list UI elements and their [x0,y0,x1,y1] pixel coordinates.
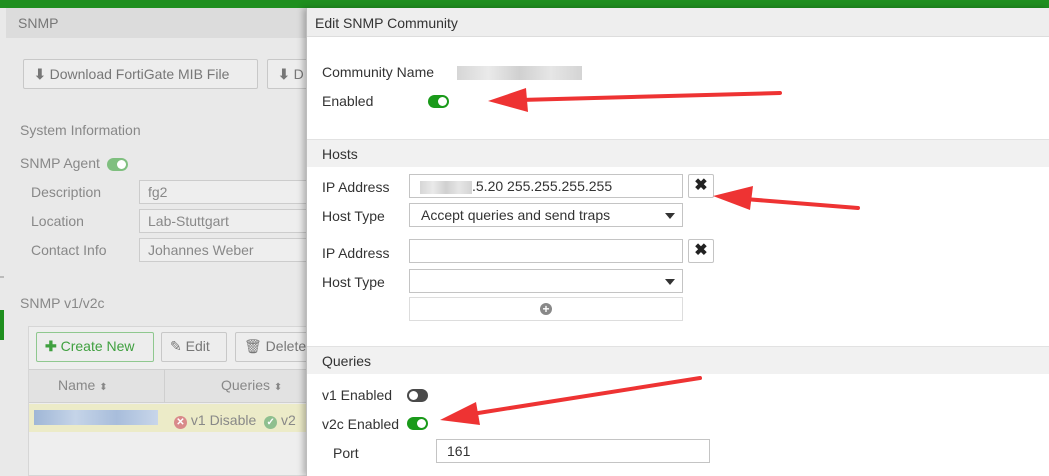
create-new-button[interactable]: ✚ Create New [36,332,154,362]
redacted-ip-prefix [420,180,472,194]
v2-status: v2 [281,412,296,428]
pencil-icon: ✎ [170,338,182,354]
community-name-label: Community Name [322,64,435,80]
chevron-down-icon [665,213,675,219]
column-divider [164,369,165,403]
x-circle-icon: ✕ [174,416,187,429]
snmp-agent-row: SNMP Agent [20,155,128,171]
host1-type-select[interactable]: Accept queries and send traps [409,203,683,227]
add-host-button[interactable]: + [409,297,683,321]
remove-host2-button[interactable]: ✖ [688,239,714,263]
edit-label: Edit [185,338,210,354]
nav-divider [0,276,4,278]
contact-info-label: Contact Info [31,242,107,258]
create-new-label: Create New [60,338,135,354]
page-title: SNMP [6,8,306,38]
v1-enabled-label: v1 Enabled [322,387,393,403]
host2-ip-input[interactable] [409,239,683,263]
description-field[interactable]: fg2 [139,180,306,204]
column-header-queries[interactable]: Queries ⬍ [221,377,282,393]
sort-icon: ⬍ [273,382,283,393]
description-label: Description [31,184,102,200]
plus-icon: ✚ [45,338,57,354]
snmp-v1v2c-heading: SNMP v1/v2c [20,295,105,311]
close-icon: ✖ [694,177,708,194]
system-info-heading: System Information [20,122,141,138]
enabled-label: Enabled [322,93,374,109]
port-label: Port [333,445,359,461]
check-circle-icon: ✓ [264,416,278,429]
v1-status: v1 Disable [190,412,257,428]
delete-button[interactable]: 🗑 Delete [235,332,306,362]
host2-type-select[interactable] [409,269,683,293]
snmp-agent-toggle[interactable] [106,157,128,171]
nav-active-indicator [0,310,4,340]
redacted-community-name [34,410,158,425]
v1-enabled-toggle[interactable] [407,389,428,402]
contact-info-field[interactable]: Johannes Weber [139,238,306,262]
location-label: Location [31,213,84,229]
port-input[interactable]: 161 [436,439,710,463]
sort-icon: ⬍ [99,382,108,393]
plus-circle-icon: + [540,303,552,315]
left-strip [0,8,6,476]
row-queries-cell: ✕ v1 Disable ✓ v2 [174,412,296,429]
remove-host1-button[interactable]: ✖ [688,174,714,198]
v2c-enabled-label: v2c Enabled [322,416,400,432]
host1-type-value: Accept queries and send traps [421,207,611,223]
chevron-down-icon [665,279,675,285]
queries-section-header: Queries [307,346,1049,374]
download-mib-button[interactable]: ⬇ Download FortiGate MIB File [23,59,258,89]
enabled-toggle[interactable] [428,95,449,108]
column-queries-label: Queries [221,377,271,393]
download-other-label: D [293,66,304,82]
edit-button[interactable]: ✎ Edit [161,332,227,362]
dialog-title: Edit SNMP Community [307,8,1049,37]
delete-label: Delete [265,338,306,354]
edit-snmp-community-dialog: Edit SNMP Community Community Name Enabl… [306,8,1049,476]
background-page: SNMP ⬇ Download FortiGate MIB File ⬇ D S… [0,8,306,476]
host1-type-label: Host Type [322,208,385,224]
host1-ip-input[interactable]: .5.20 255.255.255.255 [409,174,683,198]
top-green-bar [0,0,1049,8]
location-field[interactable]: Lab-Stuttgart [139,209,306,233]
download-icon: ⬇ [278,66,290,82]
column-header-name[interactable]: Name ⬍ [58,377,108,393]
redacted-community-name [457,66,582,80]
host1-ip-label: IP Address [322,179,390,195]
v2c-enabled-toggle[interactable] [407,417,428,430]
host2-ip-label: IP Address [322,245,390,261]
download-icon: ⬇ [34,66,46,82]
download-other-button[interactable]: ⬇ D [267,59,306,89]
host1-ip-value: .5.20 255.255.255.255 [472,178,613,194]
trash-icon: 🗑 [244,338,262,354]
close-icon: ✖ [694,242,708,259]
hosts-section-header: Hosts [307,139,1049,167]
host2-type-label: Host Type [322,274,385,290]
download-mib-label: Download FortiGate MIB File [49,66,230,82]
column-name-label: Name [58,377,96,393]
snmp-agent-label: SNMP Agent [20,155,100,171]
